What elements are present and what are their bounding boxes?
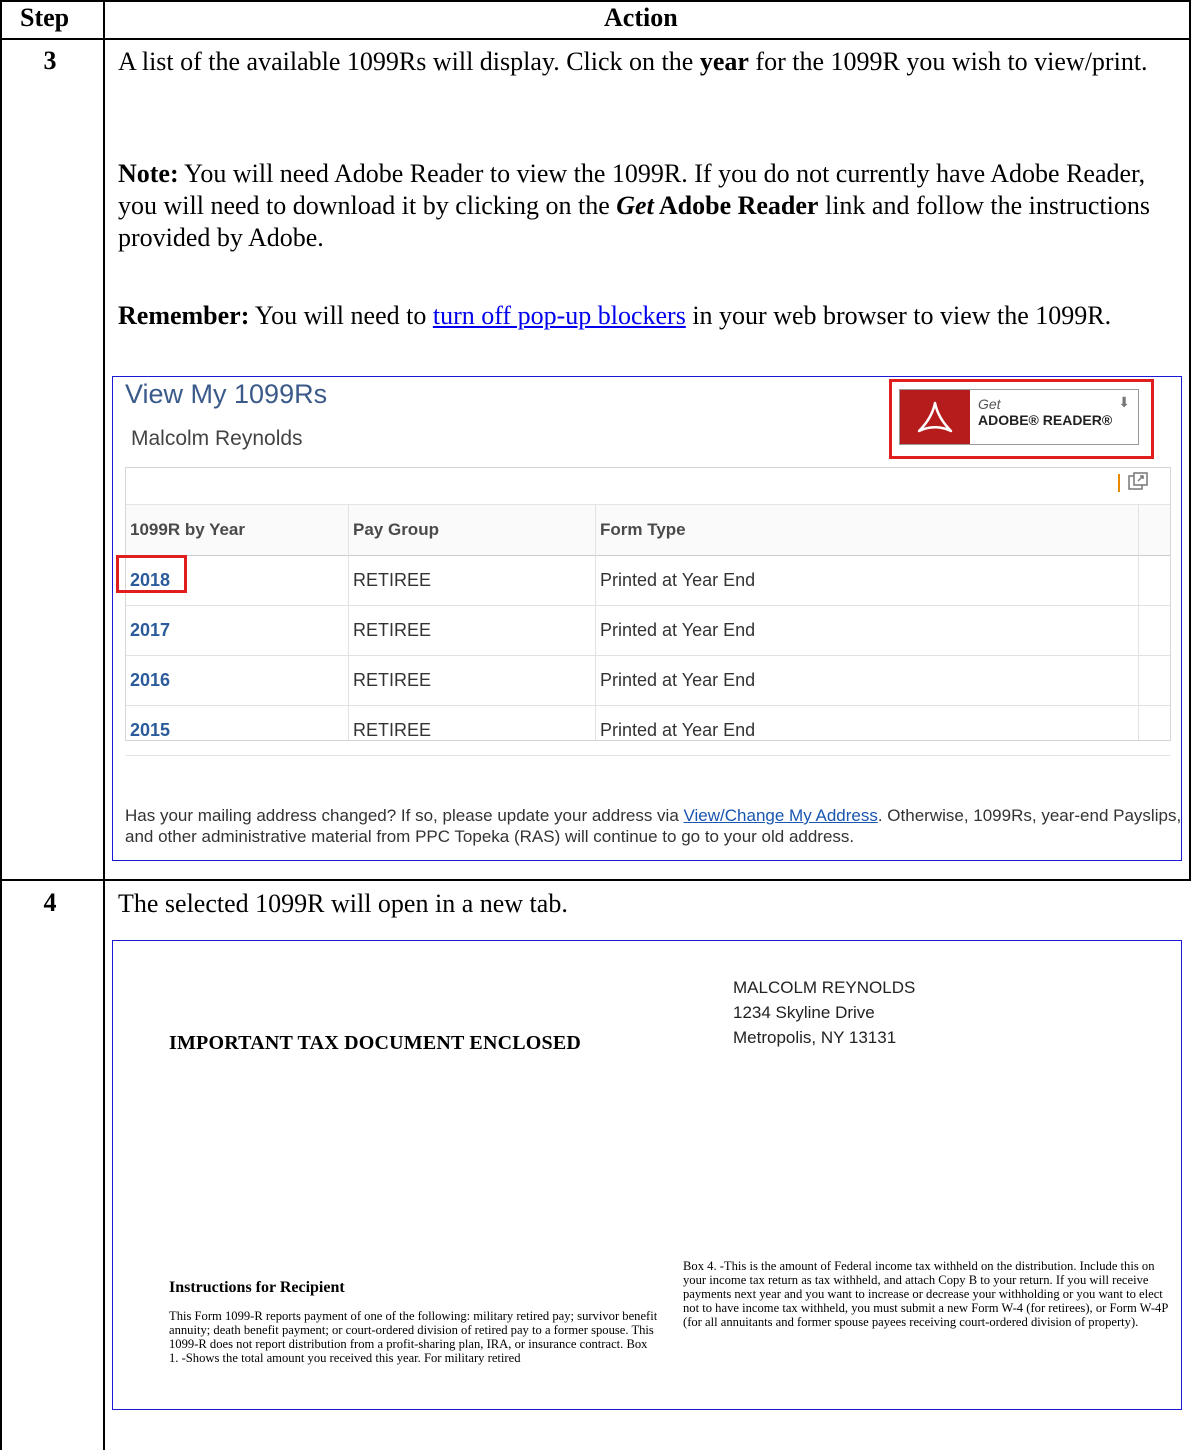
year-grid: 1099R by Year Pay Group Form Type 2018 R… — [125, 467, 1171, 756]
address-name: MALCOLM REYNOLDS — [733, 978, 916, 997]
step-number-4: 4 — [43, 888, 57, 917]
column-header-form-type[interactable]: Form Type — [600, 520, 686, 540]
address-city: Metropolis, NY 13131 — [733, 1028, 897, 1047]
header-action: Action — [604, 3, 678, 32]
recipient-address: MALCOLM REYNOLDS 1234 Skyline Drive Metr… — [733, 975, 915, 1050]
address-change-notice: Has your mailing address changed? If so,… — [125, 805, 1185, 847]
year-2018-highlight-box — [116, 555, 187, 593]
table-row: 2017 RETIREE Printed at Year End — [126, 605, 1170, 656]
year-link-2017[interactable]: 2017 — [130, 620, 170, 641]
step3-remember: Remember: You will need to turn off pop-… — [118, 300, 1158, 332]
instructions-body: This Form 1099-R reports payment of one … — [169, 1309, 658, 1365]
table-row: 2015 RETIREE Printed at Year End — [126, 705, 1170, 756]
address-street: 1234 Skyline Drive — [733, 1003, 875, 1022]
remember-label: Remember: — [118, 301, 250, 330]
note-adobe-reader: Adobe Reader — [653, 191, 819, 220]
table-border-top — [0, 0, 1191, 2]
remember-text-a: You will need to — [249, 301, 433, 330]
grid-toolbar-divider — [1118, 474, 1120, 492]
column-divider — [595, 504, 596, 740]
step3-intro: A list of the available 1099Rs will disp… — [118, 46, 1158, 78]
instructions-title: Instructions for Recipient — [169, 1279, 345, 1296]
pay-group-cell: RETIREE — [353, 570, 432, 590]
new-window-icon[interactable] — [1128, 471, 1148, 495]
view-1099rs-screenshot: View My 1099Rs Malcolm Reynolds Get ADOB… — [112, 376, 1182, 861]
grid-toolbar — [1118, 471, 1148, 495]
header-step: Step — [20, 3, 70, 32]
note-get: Get — [616, 191, 654, 220]
table-border-left — [0, 0, 2, 1450]
remember-text-b: in your web browser to view the 1099R. — [685, 301, 1112, 330]
step3-intro-text-b: for the 1099R you wish to view/print. — [748, 47, 1148, 76]
table-header-divider — [0, 38, 1191, 40]
column-divider — [1138, 504, 1139, 740]
pay-group-cell: RETIREE — [353, 670, 432, 690]
year-link-2016[interactable]: 2016 — [130, 670, 170, 691]
pay-group-cell: RETIREE — [353, 720, 432, 740]
column-header-year[interactable]: 1099R by Year — [130, 520, 245, 540]
table-row: 2016 RETIREE Printed at Year End — [126, 655, 1170, 706]
step3-note: Note: You will need Adobe Reader to view… — [118, 158, 1158, 254]
form-type-cell: Printed at Year End — [600, 570, 756, 590]
step-number-3: 3 — [43, 46, 57, 75]
step3-intro-text-a: A list of the available 1099Rs will disp… — [118, 47, 700, 76]
tax-document-heading: IMPORTANT TAX DOCUMENT ENCLOSED — [169, 1032, 582, 1054]
form-type-cell: Printed at Year End — [600, 620, 756, 640]
popup-blockers-link[interactable]: turn off pop-up blockers — [433, 301, 686, 330]
address-notice-text-a: Has your mailing address changed? If so,… — [125, 806, 684, 825]
view-change-address-link[interactable]: View/Change My Address — [684, 806, 878, 825]
grid-header: 1099R by Year Pay Group Form Type — [126, 504, 1170, 556]
year-link-2015[interactable]: 2015 — [130, 720, 170, 741]
column-divider — [348, 504, 349, 740]
table-column-divider — [103, 0, 105, 1450]
tax-document-screenshot: MALCOLM REYNOLDS 1234 Skyline Drive Metr… — [112, 940, 1182, 1410]
adobe-highlight-box — [889, 379, 1154, 459]
pay-group-cell: RETIREE — [353, 620, 432, 640]
table-row-divider — [0, 879, 1191, 881]
note-label: Note: — [118, 159, 179, 188]
form-type-cell: Printed at Year End — [600, 670, 756, 690]
step3-intro-bold: year — [699, 47, 749, 76]
form-type-cell: Printed at Year End — [600, 720, 756, 740]
step4-text: The selected 1099R will open in a new ta… — [118, 889, 568, 918]
box4-text: Box 4. -This is the amount of Federal in… — [683, 1259, 1168, 1329]
table-row: 2018 RETIREE Printed at Year End — [126, 555, 1170, 606]
page-title: View My 1099Rs — [125, 379, 328, 409]
user-name: Malcolm Reynolds — [131, 427, 303, 450]
column-header-pay-group[interactable]: Pay Group — [353, 520, 439, 540]
